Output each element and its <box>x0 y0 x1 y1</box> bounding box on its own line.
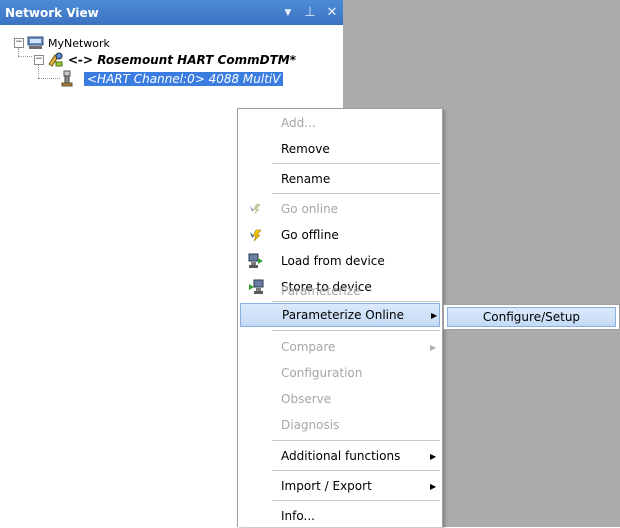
menu-item-label: Load from device <box>281 254 385 268</box>
submenu-arrow-icon: ▶ <box>430 481 437 491</box>
menu-item-parameterize-online[interactable]: Parameterize Online ▶ <box>240 303 440 327</box>
menu-item-observe[interactable]: Observe <box>240 387 440 411</box>
tree-connector <box>18 56 32 57</box>
load-from-device-icon <box>248 253 264 269</box>
context-menu: Add... Remove Rename Go online Go offlin… <box>237 108 443 527</box>
menu-separator <box>272 500 440 501</box>
device-icon <box>60 70 74 87</box>
menu-item-configuration[interactable]: Configuration <box>240 361 440 385</box>
menu-item-go-online[interactable]: Go online <box>240 197 440 221</box>
menu-item-label: Go online <box>281 202 339 216</box>
menu-separator <box>272 440 440 441</box>
menu-item-label: Rename <box>281 172 331 186</box>
menu-separator <box>272 193 440 194</box>
comm-dtm-icon <box>47 52 64 68</box>
menu-item-label: Additional functions <box>281 449 401 463</box>
panel-titlebar: Network View ▼ ⊥ ✕ <box>0 0 343 25</box>
menu-item-label: Compare <box>281 340 336 354</box>
menu-item-remove[interactable]: Remove <box>240 137 440 161</box>
menu-item-info[interactable]: Info... <box>240 504 440 528</box>
menu-separator <box>272 470 440 471</box>
menu-item-label: Remove <box>281 142 330 156</box>
menu-separator <box>272 330 440 331</box>
menu-item-label: Go offline <box>281 228 339 242</box>
menu-item-load-from-device[interactable]: Load from device <box>240 249 440 273</box>
go-online-icon <box>248 201 264 217</box>
tree-connector <box>38 78 60 79</box>
submenu-item-label: Configure/Setup <box>482 310 581 324</box>
tree-node-label: <-> Rosemount HART CommDTM* <box>68 53 296 67</box>
menu-item-label: Configuration <box>281 366 363 380</box>
menu-item-go-offline[interactable]: Go offline <box>240 223 440 247</box>
menu-item-label: Import / Export <box>281 479 372 493</box>
menu-item-label: Observe <box>281 392 332 406</box>
tree-node-hart-channel[interactable]: <HART Channel:0> 4088 MultiV <box>60 70 284 87</box>
network-icon <box>27 36 44 50</box>
menu-item-additional-functions[interactable]: Additional functions ▶ <box>240 444 440 468</box>
menu-item-label: Diagnosis <box>281 418 340 432</box>
menu-item-add[interactable]: Add... <box>240 111 440 135</box>
menu-item-label: Add... <box>281 116 316 130</box>
submenu-arrow-icon: ▶ <box>430 451 437 461</box>
submenu-arrow-icon: ▶ <box>431 310 438 320</box>
menu-separator <box>272 163 440 164</box>
collapse-toggle[interactable]: − <box>34 55 44 65</box>
submenu-item-configure-setup[interactable]: Configure/Setup <box>447 307 616 327</box>
menu-item-label: Info... <box>281 509 315 523</box>
submenu-parameterize-online: Configure/Setup <box>443 304 620 330</box>
submenu-arrow-icon: ▶ <box>430 342 437 352</box>
tree-node-label: MyNetwork <box>48 36 110 50</box>
tree-node-commdtm[interactable]: − <-> Rosemount HART CommDTM* <box>34 52 296 68</box>
menu-item-parameterize[interactable]: Parameterize <box>240 279 440 303</box>
tree-node-mynetwork[interactable]: − MyNetwork <box>14 36 110 50</box>
go-offline-icon <box>248 227 264 243</box>
close-icon[interactable]: ✕ <box>321 5 343 20</box>
tree-node-label: <HART Channel:0> 4088 MultiV <box>84 71 284 86</box>
menu-item-import-export[interactable]: Import / Export ▶ <box>240 474 440 498</box>
menu-item-rename[interactable]: Rename <box>240 167 440 191</box>
menu-item-compare[interactable]: Compare ▶ <box>240 335 440 359</box>
menu-item-label: Parameterize Online <box>282 308 404 322</box>
collapse-toggle[interactable]: − <box>14 38 24 48</box>
dropdown-icon[interactable]: ▼ <box>277 8 299 18</box>
menu-item-label: Parameterize <box>281 284 361 298</box>
panel-title: Network View <box>5 5 99 20</box>
menu-item-diagnosis[interactable]: Diagnosis <box>240 413 440 437</box>
pin-icon[interactable]: ⊥ <box>299 5 321 20</box>
